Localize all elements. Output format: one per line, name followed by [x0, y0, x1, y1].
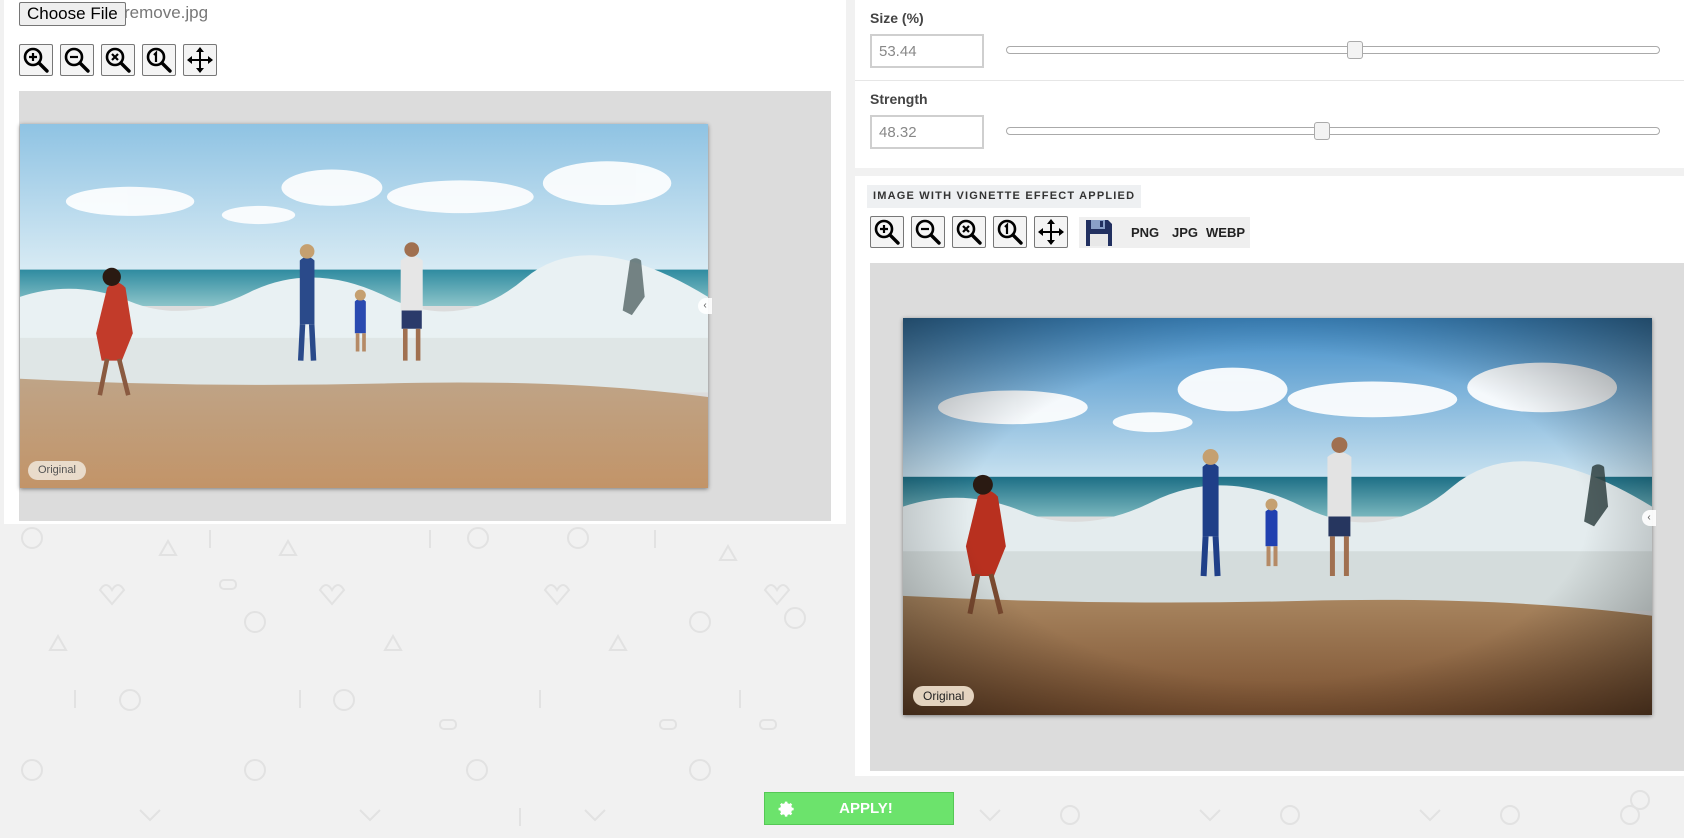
compare-slider-handle[interactable]: ‹: [698, 298, 712, 314]
zoom-in-button[interactable]: [19, 44, 53, 76]
move-icon: [187, 47, 213, 73]
download-png-button[interactable]: PNG: [1131, 225, 1159, 240]
size-slider[interactable]: [1006, 41, 1660, 59]
size-input[interactable]: [870, 34, 984, 68]
move-icon: [1038, 219, 1064, 245]
strength-slider-thumb[interactable]: [1313, 122, 1330, 140]
original-badge: Original: [28, 461, 86, 480]
settings-divider: [855, 80, 1684, 81]
strength-label: Strength: [870, 91, 928, 107]
floppy-disk-icon[interactable]: [1084, 218, 1114, 248]
zoom-out-button[interactable]: [60, 44, 94, 76]
size-label: Size (%): [870, 10, 924, 26]
result-zoom-actual-size-button[interactable]: [993, 216, 1027, 248]
zoom-out-icon: [64, 47, 90, 73]
vignette-result-image: [903, 318, 1652, 715]
result-move-button[interactable]: [1034, 216, 1068, 248]
zoom-out-icon: [915, 219, 941, 245]
zoom-actual-size-icon: [997, 219, 1023, 245]
original-image: [20, 124, 708, 488]
selected-file-name: remove.jpg: [124, 3, 209, 22]
download-webp-button[interactable]: WEBP: [1206, 225, 1245, 240]
zoom-reset-button[interactable]: [101, 44, 135, 76]
move-button[interactable]: [183, 44, 217, 76]
result-original-badge: Original: [913, 686, 975, 706]
download-jpg-button[interactable]: JPG: [1172, 225, 1198, 240]
result-compare-slider-handle[interactable]: ‹: [1642, 510, 1656, 526]
result-section-title: IMAGE WITH VIGNETTE EFFECT APPLIED: [867, 185, 1142, 208]
strength-input[interactable]: [870, 115, 984, 149]
zoom-actual-size-icon: [146, 47, 172, 73]
size-slider-thumb[interactable]: [1347, 41, 1364, 59]
zoom-reset-icon: [105, 47, 131, 73]
apply-button[interactable]: APPLY!: [764, 792, 954, 825]
result-zoom-out-button[interactable]: [911, 216, 945, 248]
zoom-in-icon: [23, 47, 49, 73]
result-zoom-in-button[interactable]: [870, 216, 904, 248]
strength-slider[interactable]: [1006, 122, 1660, 140]
zoom-actual-size-button[interactable]: [142, 44, 176, 76]
zoom-in-icon: [874, 219, 900, 245]
zoom-reset-icon: [956, 219, 982, 245]
result-zoom-reset-button[interactable]: [952, 216, 986, 248]
choose-file-button[interactable]: Choose File: [19, 2, 126, 26]
apply-button-label: APPLY!: [839, 800, 893, 817]
